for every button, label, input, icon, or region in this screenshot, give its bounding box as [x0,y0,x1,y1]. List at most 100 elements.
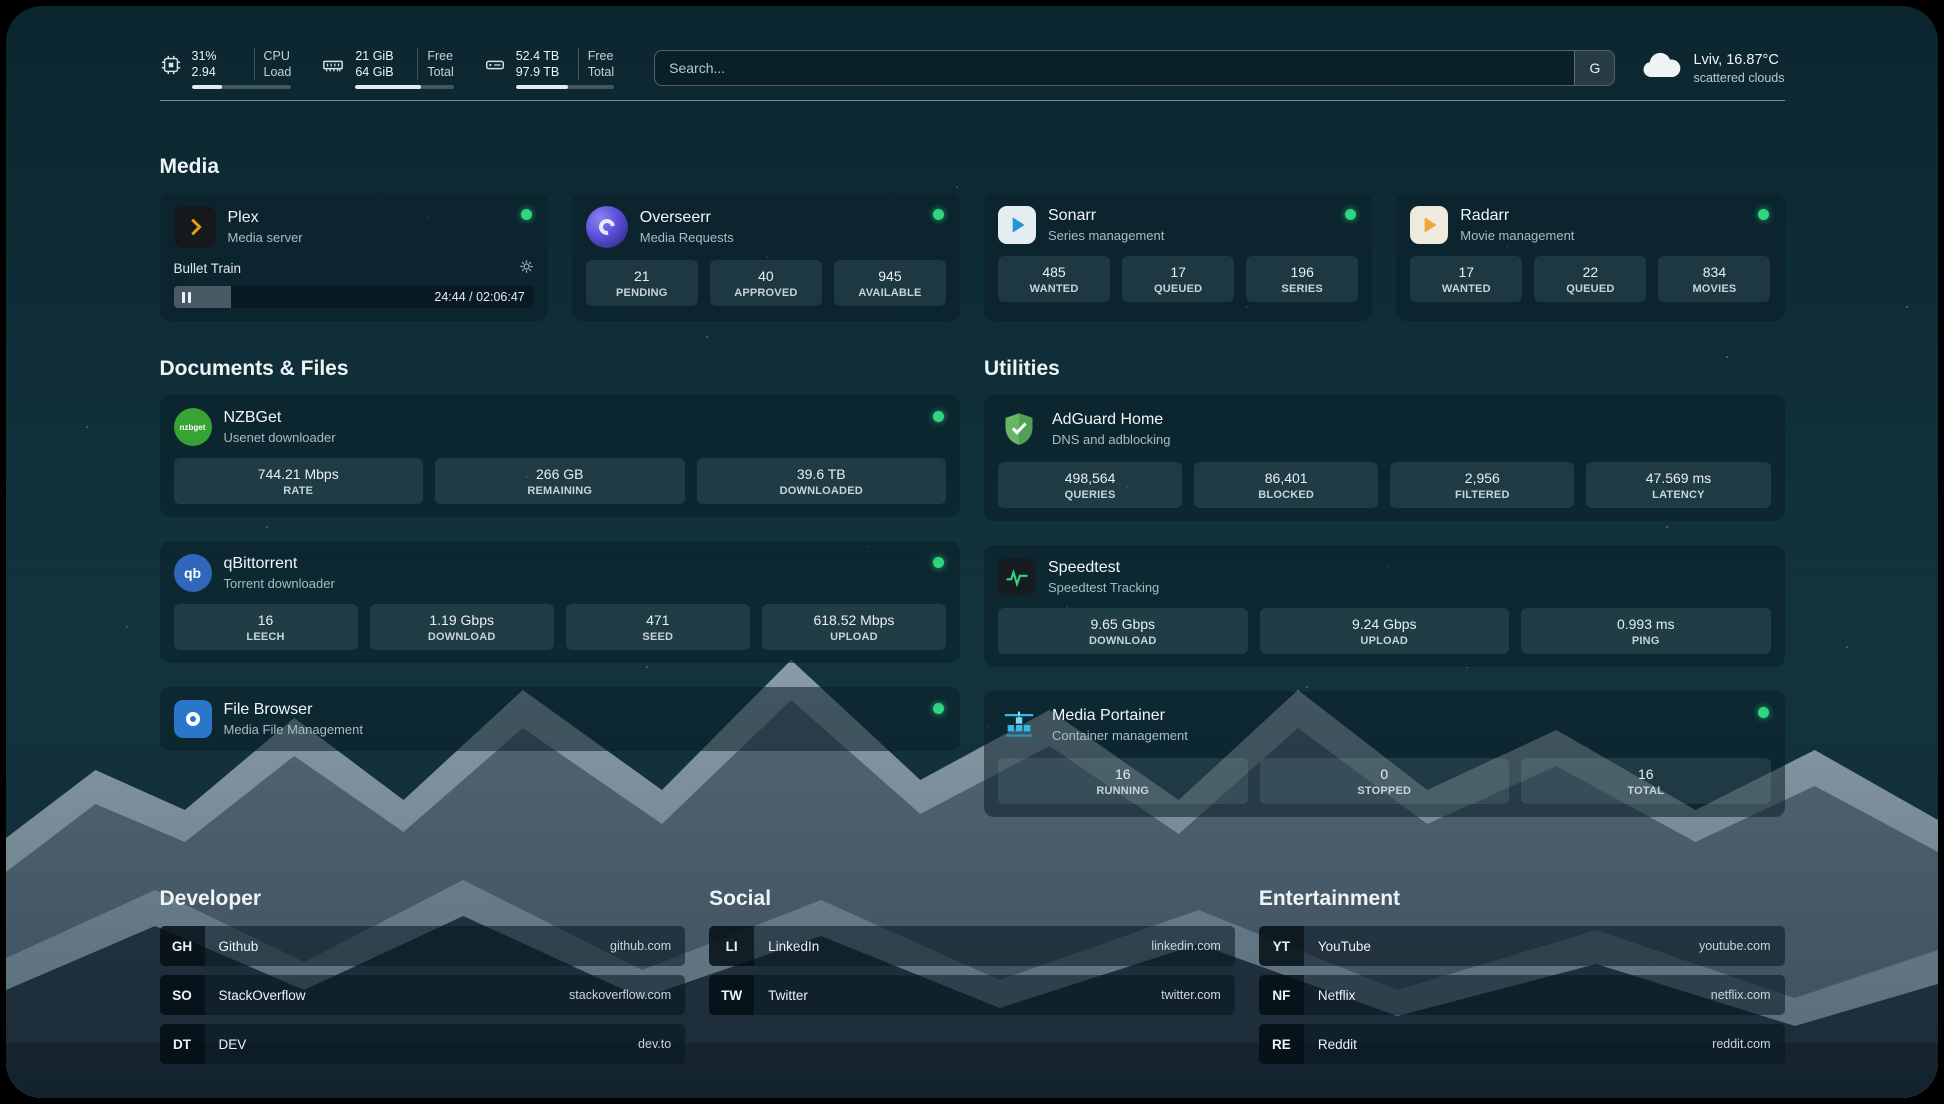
section-title-media: Media [160,155,1785,179]
stat-rate: 744.21 Mbps RATE [174,458,424,504]
service-card-plex[interactable]: Plex Media server Bullet Train 24:44 / 0… [160,193,548,321]
bookmark-group-social: Social LI LinkedIn linkedin.com TW Twitt… [709,887,1235,1064]
status-dot [521,209,532,220]
cloud-icon [1641,52,1681,85]
service-name: Overseerr [640,209,734,227]
service-card-speedtest[interactable]: Speedtest Speedtest Tracking 9.65 Gbps D… [984,545,1785,667]
section-title-developer: Developer [160,887,686,911]
weather-condition: scattered clouds [1693,71,1784,85]
gear-icon[interactable] [519,259,534,277]
service-card-adguard[interactable]: AdGuard Home DNS and adblocking 498,564 … [984,395,1785,521]
stat-queries: 498,564 QUERIES [998,462,1182,508]
cpu-percent: 31% [192,48,244,64]
stat-ping: 0.993 ms PING [1521,608,1771,654]
status-dot [933,557,944,568]
bookmark-url: dev.to [638,1037,671,1051]
stat-wanted: 17 WANTED [1410,256,1522,302]
bookmark-name: Reddit [1318,1037,1357,1052]
stat-download: 1.19 Gbps DOWNLOAD [370,604,554,650]
now-playing-title: Bullet Train [174,261,242,276]
plex-icon [174,206,216,248]
bookmark-reddit[interactable]: RE Reddit reddit.com [1259,1024,1785,1064]
stat-wanted: 485 WANTED [998,256,1110,302]
stat-queued: 22 QUEUED [1534,256,1646,302]
service-card-overseerr[interactable]: Overseerr Media Requests 21 PENDING 40 A… [572,193,960,321]
bookmark-name: YouTube [1318,939,1371,954]
cpu-progress-bar [192,85,292,89]
bookmark-name: Twitter [768,988,808,1003]
bookmark-name: LinkedIn [768,939,819,954]
stat-approved: 40 APPROVED [710,260,822,306]
service-name: Sonarr [1048,207,1164,225]
top-bar: 31% 2.94 CPU Load [160,6,1785,100]
disk-total-label: Total [588,64,614,80]
bookmark-abbr: NF [1259,975,1304,1015]
stat-blocked: 86,401 BLOCKED [1194,462,1378,508]
bookmark-stackoverflow[interactable]: SO StackOverflow stackoverflow.com [160,975,686,1015]
service-name: Media Portainer [1052,707,1188,725]
search-provider-button[interactable]: G [1574,51,1614,85]
bookmark-abbr: LI [709,926,754,966]
bookmark-name: Netflix [1318,988,1356,1003]
bookmark-url: stackoverflow.com [569,988,671,1002]
service-description: Media Requests [640,230,734,245]
service-card-qbittorrent[interactable]: qb qBittorrent Torrent downloader 16 LEE… [160,541,961,663]
service-description: Usenet downloader [224,430,336,445]
portainer-icon [998,704,1040,746]
bookmark-twitter[interactable]: TW Twitter twitter.com [709,975,1235,1015]
service-name: Radarr [1460,207,1574,225]
bookmark-group-developer: Developer GH Github github.com SO StackO… [160,887,686,1064]
stat-series: 196 SERIES [1246,256,1358,302]
service-description: Container management [1052,728,1188,743]
sonarr-icon [998,206,1036,244]
bookmark-youtube[interactable]: YT YouTube youtube.com [1259,926,1785,966]
status-dot [933,209,944,220]
service-description: Media server [228,230,303,245]
service-description: Torrent downloader [224,576,335,591]
bookmark-github[interactable]: GH Github github.com [160,926,686,966]
service-card-portainer[interactable]: Media Portainer Container management 16 … [984,691,1785,817]
service-name: NZBGet [224,409,336,427]
bookmark-abbr: SO [160,975,205,1015]
service-description: Media File Management [224,722,363,737]
search-bar: G [654,50,1615,86]
stat-queued: 17 QUEUED [1122,256,1234,302]
memory-total-label: Total [427,64,453,80]
service-card-radarr[interactable]: Radarr Movie management 17 WANTED 22 QUE… [1396,193,1784,321]
bookmark-group-entertainment: Entertainment YT YouTube youtube.com NF … [1259,887,1785,1064]
search-input[interactable] [655,51,1574,85]
stat-seed: 471 SEED [566,604,750,650]
now-playing-progress-bar: 24:44 / 02:06:47 [174,286,534,308]
bookmark-name: DEV [219,1037,247,1052]
pause-icon [182,292,191,303]
bookmark-linkedin[interactable]: LI LinkedIn linkedin.com [709,926,1235,966]
filebrowser-icon [174,700,212,738]
stat-downloaded: 39.6 TB DOWNLOADED [697,458,947,504]
documents-column: Documents & Files nzbget NZBGet Usenet d… [160,357,961,817]
bookmark-url: twitter.com [1161,988,1221,1002]
bookmark-dev[interactable]: DT DEV dev.to [160,1024,686,1064]
service-name: Plex [228,209,303,227]
service-card-nzbget[interactable]: nzbget NZBGet Usenet downloader 744.21 M… [160,395,961,517]
weather-widget: Lviv, 16.87°C scattered clouds [1641,52,1784,85]
bookmark-netflix[interactable]: NF Netflix netflix.com [1259,975,1785,1015]
media-cards-row: Plex Media server Bullet Train 24:44 / 0… [160,193,1785,321]
stat-running: 16 RUNNING [998,758,1248,804]
snow-specks [6,6,8,8]
bookmark-url: youtube.com [1699,939,1771,953]
bookmark-abbr: TW [709,975,754,1015]
bookmark-abbr: RE [1259,1024,1304,1064]
service-description: Movie management [1460,228,1574,243]
stat-upload: 618.52 Mbps UPLOAD [762,604,946,650]
service-card-sonarr[interactable]: Sonarr Series management 485 WANTED 17 Q… [984,193,1372,321]
memory-metric: 21 GiB 64 GiB Free Total [321,48,453,89]
disk-icon [484,54,506,81]
stat-total: 16 TOTAL [1521,758,1771,804]
service-card-filebrowser[interactable]: File Browser Media File Management [160,687,961,751]
memory-total-value: 64 GiB [355,64,407,80]
disk-metric: 52.4 TB 97.9 TB Free Total [484,48,614,89]
bookmark-url: linkedin.com [1151,939,1220,953]
cpu-metric: 31% 2.94 CPU Load [160,48,292,89]
status-dot [1758,707,1769,718]
memory-free-label: Free [427,48,453,64]
